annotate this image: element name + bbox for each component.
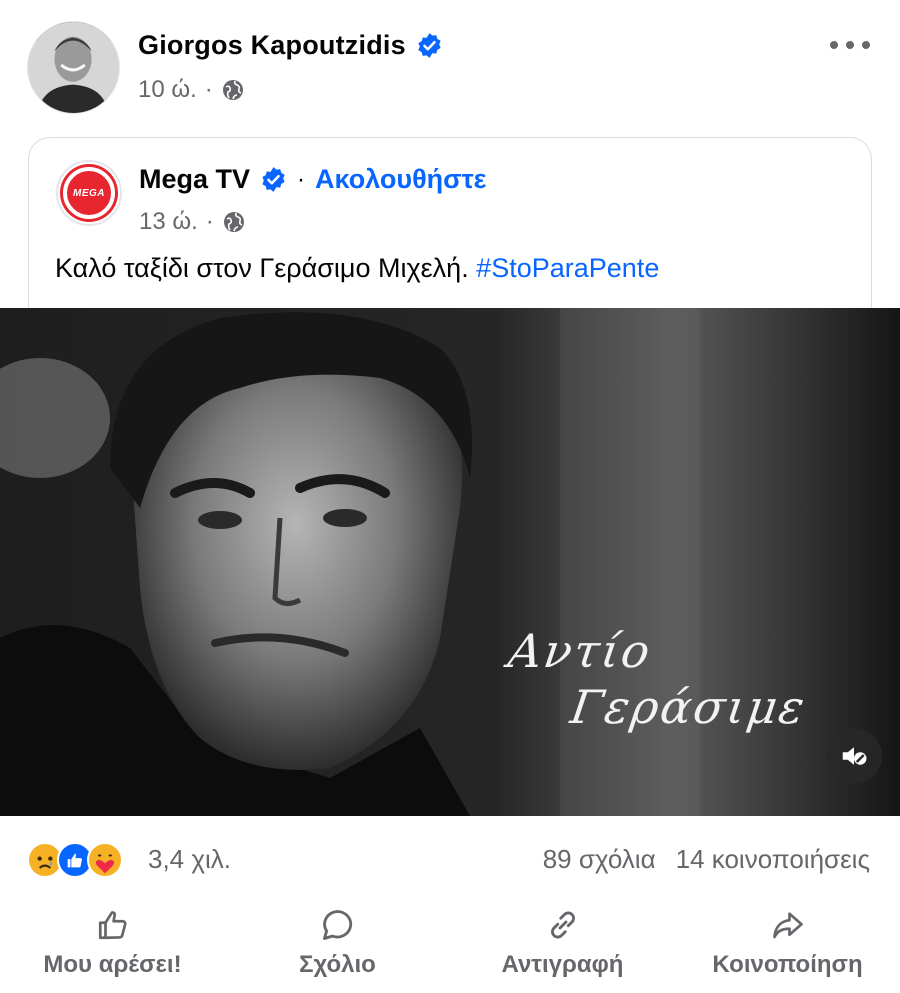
page-logo[interactable]: MEGA [56, 160, 122, 226]
share-button[interactable]: Κοινοποίηση [675, 905, 900, 993]
author-row: Giorgos Kapoutzidis [138, 30, 443, 61]
volume-muted-icon [842, 747, 867, 765]
header-separator: · [297, 165, 306, 193]
comment-bubble-icon [318, 905, 358, 945]
post-time[interactable]: 10 ώ. [138, 76, 197, 104]
meta-separator: · [204, 76, 213, 103]
video-player[interactable]: Αντίο Γεράσιμε [0, 308, 900, 816]
page-name[interactable]: Mega TV [139, 164, 250, 195]
more-options-button[interactable] [830, 30, 870, 60]
like-label: Μου αρέσει! [43, 951, 182, 978]
comment-button[interactable]: Σχόλιο [225, 905, 450, 993]
video-frame [0, 308, 900, 816]
share-arrow-icon [768, 905, 808, 945]
meta-separator: · [205, 208, 214, 235]
verified-badge-icon [260, 166, 287, 193]
reaction-icons[interactable] [27, 842, 123, 878]
globe-icon [221, 78, 245, 102]
shared-meta: 13 ώ. · [139, 208, 246, 236]
post-text: Καλό ταξίδι στον Γεράσιμο Μιχελή. #StoPa… [55, 253, 659, 284]
globe-icon [222, 210, 246, 234]
author-name[interactable]: Giorgos Kapoutzidis [138, 30, 406, 61]
video-caption: Αντίο Γεράσιμε [497, 623, 817, 735]
logo-text: MEGA [73, 187, 105, 199]
follow-button[interactable]: Ακολουθήστε [315, 164, 486, 195]
more-dot [846, 41, 854, 49]
engagement-stats: 3,4 χιλ. 89 σχόλια 14 κοινοποιήσεις [0, 836, 900, 884]
comments-count[interactable]: 89 σχόλια [543, 844, 656, 875]
post-meta: 10 ώ. · [138, 76, 245, 104]
care-reaction-icon [87, 842, 123, 878]
reactions-count[interactable]: 3,4 χιλ. [148, 844, 231, 875]
mega-logo-icon: MEGA [63, 167, 115, 219]
shared-header-row: Mega TV · Ακολουθήστε [139, 164, 487, 195]
hashtag-link[interactable]: #StoParaPente [476, 253, 659, 283]
shared-time[interactable]: 13 ώ. [139, 208, 198, 236]
more-dot [862, 41, 870, 49]
copy-label: Αντιγραφή [501, 951, 624, 978]
comment-share-counts: 89 σχόλια 14 κοινοποιήσεις [543, 844, 870, 875]
post-header: Giorgos Kapoutzidis 10 ώ. · [0, 0, 900, 130]
caption-line-1: Αντίο [505, 624, 656, 678]
copy-link-button[interactable]: Αντιγραφή [450, 905, 675, 993]
mute-toggle-button[interactable] [826, 728, 882, 784]
more-dot [830, 41, 838, 49]
post-text-body: Καλό ταξίδι στον Γεράσιμο Μιχελή. [55, 253, 477, 283]
caption-line-2: Γεράσιμε [567, 680, 810, 734]
shares-count[interactable]: 14 κοινοποιήσεις [676, 844, 870, 875]
verified-badge-icon [416, 32, 443, 59]
author-avatar[interactable] [27, 21, 120, 114]
avatar-photo [28, 22, 119, 113]
like-button[interactable]: Μου αρέσει! [0, 905, 225, 993]
comment-label: Σχόλιο [299, 951, 376, 978]
post-action-bar: Μου αρέσει! Σχόλιο Αντιγραφή Κοινοποίηση [0, 905, 900, 993]
thumbs-up-icon [93, 905, 133, 945]
link-icon [543, 905, 583, 945]
share-label: Κοινοποίηση [712, 951, 863, 978]
